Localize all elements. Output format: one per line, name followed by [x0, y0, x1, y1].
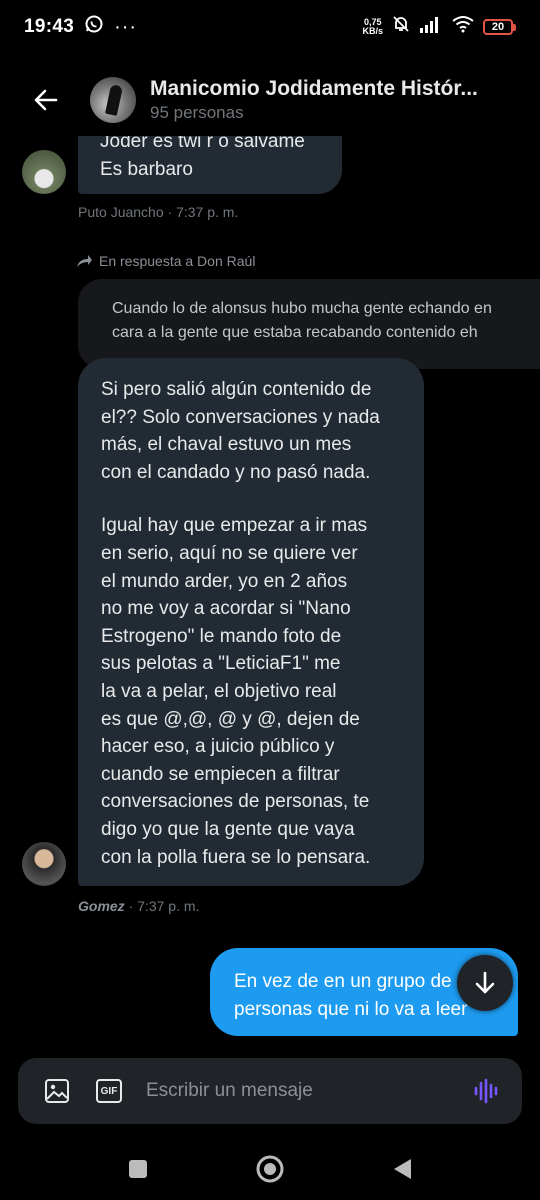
back-nav-button[interactable]	[382, 1149, 422, 1189]
message-meta: Gomez · 7:37 p. m.	[78, 898, 200, 914]
message-line: el?? Solo conversaciones y nada	[101, 406, 380, 428]
message-time: 7:37 p. m.	[137, 898, 200, 914]
message-line: con la polla fuera se lo pensara.	[101, 846, 371, 868]
scroll-to-bottom-button[interactable]	[457, 955, 513, 1011]
message-bubble[interactable]: Si pero salió algún contenido de el?? So…	[78, 358, 424, 886]
image-button[interactable]	[42, 1076, 72, 1106]
message-line: en serio, aquí no se quiere ver	[101, 542, 358, 564]
quoted-line: Cuando lo de alonsus hubo mucha gente ec…	[112, 300, 492, 317]
reply-arrow-icon	[77, 255, 92, 267]
message-line: digo yo que la gente que vaya	[101, 818, 355, 840]
message-line: no me voy a acordar si "Nano	[101, 598, 351, 620]
status-bar: 19:43 ··· 0,75 KB/s 20	[0, 0, 540, 54]
reply-reference[interactable]: En respuesta a Don Raúl	[76, 253, 255, 269]
message-line: Igual hay que empezar a ir mas	[101, 515, 368, 537]
message-time: 7:37 p. m.	[176, 204, 239, 220]
group-info[interactable]: Manicomio Jodidamente Histór... 95 perso…	[150, 77, 520, 123]
home-circle-icon	[256, 1155, 284, 1183]
image-icon	[45, 1079, 69, 1103]
triangle-back-icon	[394, 1159, 411, 1179]
message-line: cuando se empiecen a filtrar	[101, 763, 340, 785]
message-input[interactable]	[146, 1080, 472, 1102]
mute-bell-icon	[391, 14, 411, 40]
message-author: Puto Juancho	[78, 204, 164, 220]
more-notifications-icon: ···	[114, 15, 138, 38]
message-line: con el candado y no pasó nada.	[101, 461, 371, 483]
group-title: Manicomio Jodidamente Histór...	[150, 77, 478, 100]
message-line: Estrogeno" le mando foto de	[101, 625, 342, 647]
arrow-down-icon	[475, 971, 495, 994]
signal-icon	[419, 15, 443, 39]
message-text: Es barbaro	[100, 159, 193, 180]
wifi-icon	[451, 15, 475, 39]
status-time: 19:43	[24, 16, 75, 37]
back-button[interactable]	[24, 78, 68, 122]
avatar[interactable]	[22, 150, 66, 194]
network-speed: 0,75 KB/s	[362, 17, 383, 36]
message-line: Si pero salió algún contenido de	[101, 379, 372, 400]
system-navigation-bar	[0, 1138, 540, 1200]
avatar[interactable]	[22, 842, 66, 886]
message-line: personas que ni lo va a leer	[234, 999, 468, 1020]
gif-button[interactable]: GIF	[94, 1076, 124, 1106]
message-line: es que @,@, @ y @, dejen de	[101, 708, 360, 730]
quoted-line: cara a la gente que estaba recabando con…	[112, 324, 478, 341]
message-line: sus pelotas a "LeticiaF1" me	[101, 653, 341, 675]
back-arrow-icon	[34, 89, 58, 111]
voice-message-button[interactable]	[472, 1076, 502, 1106]
message-line: hacer eso, a juicio público y	[101, 736, 335, 758]
conversation-header: Manicomio Jodidamente Histór... 95 perso…	[0, 64, 540, 136]
home-button[interactable]	[250, 1149, 290, 1189]
group-avatar[interactable]	[90, 77, 136, 123]
message-line: más, el chaval estuvo un mes	[101, 434, 352, 456]
reply-reference-text: En respuesta a Don Raúl	[99, 253, 256, 269]
message-meta: Puto Juancho · 7:37 p. m.	[78, 204, 239, 220]
quoted-message[interactable]: Cuando lo de alonsus hubo mucha gente ec…	[78, 279, 540, 369]
message-line: la va a pelar, el objetivo real	[101, 680, 337, 702]
message-author: Gomez	[78, 898, 125, 914]
message-line: conversaciones de personas, te	[101, 791, 370, 813]
whatsapp-icon	[84, 14, 104, 40]
square-icon	[129, 1160, 147, 1178]
recents-button[interactable]	[118, 1149, 158, 1189]
message-line: el mundo arder, yo en 2 años	[101, 570, 348, 592]
member-count: 95 personas	[150, 103, 244, 122]
message-composer: GIF	[18, 1058, 522, 1124]
gif-icon: GIF	[96, 1079, 122, 1103]
battery-icon: 20	[483, 19, 516, 35]
voice-wave-icon	[474, 1078, 498, 1104]
